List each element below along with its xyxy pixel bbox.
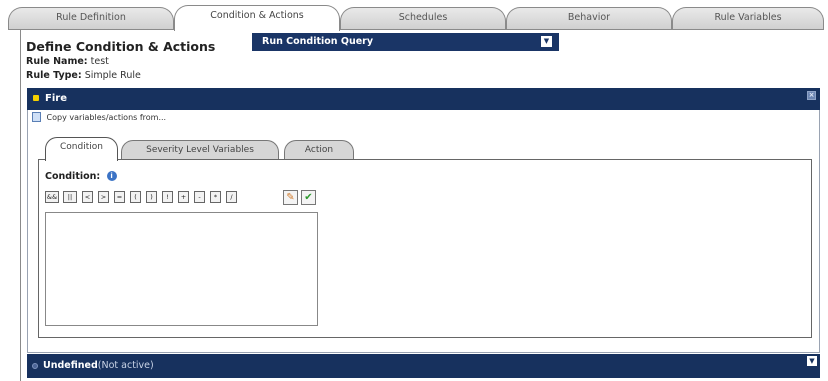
tab-severity-level-variables[interactable]: Severity Level Variables <box>121 140 279 160</box>
rule-type-label: Rule Type: <box>26 70 82 81</box>
operator-or-button[interactable]: || <box>63 191 77 203</box>
operator-lt-button[interactable]: < <box>82 191 93 203</box>
operator-minus-button[interactable]: - <box>194 191 205 203</box>
tab-schedules[interactable]: Schedules <box>340 7 506 30</box>
top-tab-bar: Rule Definition Condition & Actions Sche… <box>8 4 824 31</box>
operator-plus-button[interactable]: + <box>178 191 189 203</box>
operator-gt-button[interactable]: > <box>98 191 109 203</box>
collapse-icon[interactable]: × <box>807 91 816 100</box>
operator-divide-button[interactable]: / <box>226 191 237 203</box>
rule-name-value: test <box>90 56 109 67</box>
rule-name-label: Rule Name: <box>26 56 88 67</box>
run-condition-query-label: Run Condition Query <box>262 36 374 47</box>
fire-section-header[interactable]: Fire × <box>27 88 820 110</box>
tab-rule-definition[interactable]: Rule Definition <box>8 7 174 30</box>
run-condition-query-dropdown[interactable]: Run Condition Query ▼ <box>252 33 559 51</box>
undefined-section-title: Undefined <box>43 360 98 371</box>
tab-behavior[interactable]: Behavior <box>506 7 672 30</box>
rule-type-value: Simple Rule <box>84 70 141 81</box>
copy-icon <box>32 112 41 122</box>
tab-rule-variables[interactable]: Rule Variables <box>672 7 824 30</box>
operator-multiply-button[interactable]: * <box>210 191 221 203</box>
page-title: Define Condition & Actions <box>26 39 216 54</box>
operator-eq-button[interactable]: = <box>114 191 125 203</box>
rule-name-row: Rule Name: test <box>26 56 109 67</box>
inactive-bullet-icon <box>32 363 38 369</box>
edit-icon[interactable]: ✎ <box>283 190 298 205</box>
fire-section-title: Fire <box>45 93 67 104</box>
chevron-down-icon[interactable]: ▼ <box>541 36 552 47</box>
info-icon[interactable]: i <box>106 171 117 181</box>
condition-label-row: Condition: i <box>45 171 117 182</box>
copy-variables-link[interactable]: Copy variables/actions from... <box>32 112 166 122</box>
condition-editor[interactable] <box>45 212 318 326</box>
undefined-section-subtitle: (Not active) <box>97 360 154 371</box>
operator-not-button[interactable]: ! <box>162 191 173 203</box>
copy-variables-label: Copy variables/actions from... <box>46 113 167 122</box>
tab-condition-actions[interactable]: Condition & Actions <box>174 5 340 31</box>
operator-lparen-button[interactable]: ( <box>130 191 141 203</box>
tab-condition[interactable]: Condition <box>45 137 118 161</box>
expand-icon[interactable]: ▼ <box>807 356 817 366</box>
bullet-icon <box>33 95 39 101</box>
operator-rparen-button[interactable]: ) <box>146 191 157 203</box>
rule-type-row: Rule Type: Simple Rule <box>26 70 141 81</box>
operator-and-button[interactable]: && <box>45 191 59 203</box>
validate-check-icon[interactable]: ✔ <box>301 190 316 205</box>
undefined-section-header[interactable]: Undefined(Not active) ▼ <box>27 354 820 378</box>
tab-action[interactable]: Action <box>284 140 354 160</box>
condition-label: Condition: <box>45 171 101 182</box>
